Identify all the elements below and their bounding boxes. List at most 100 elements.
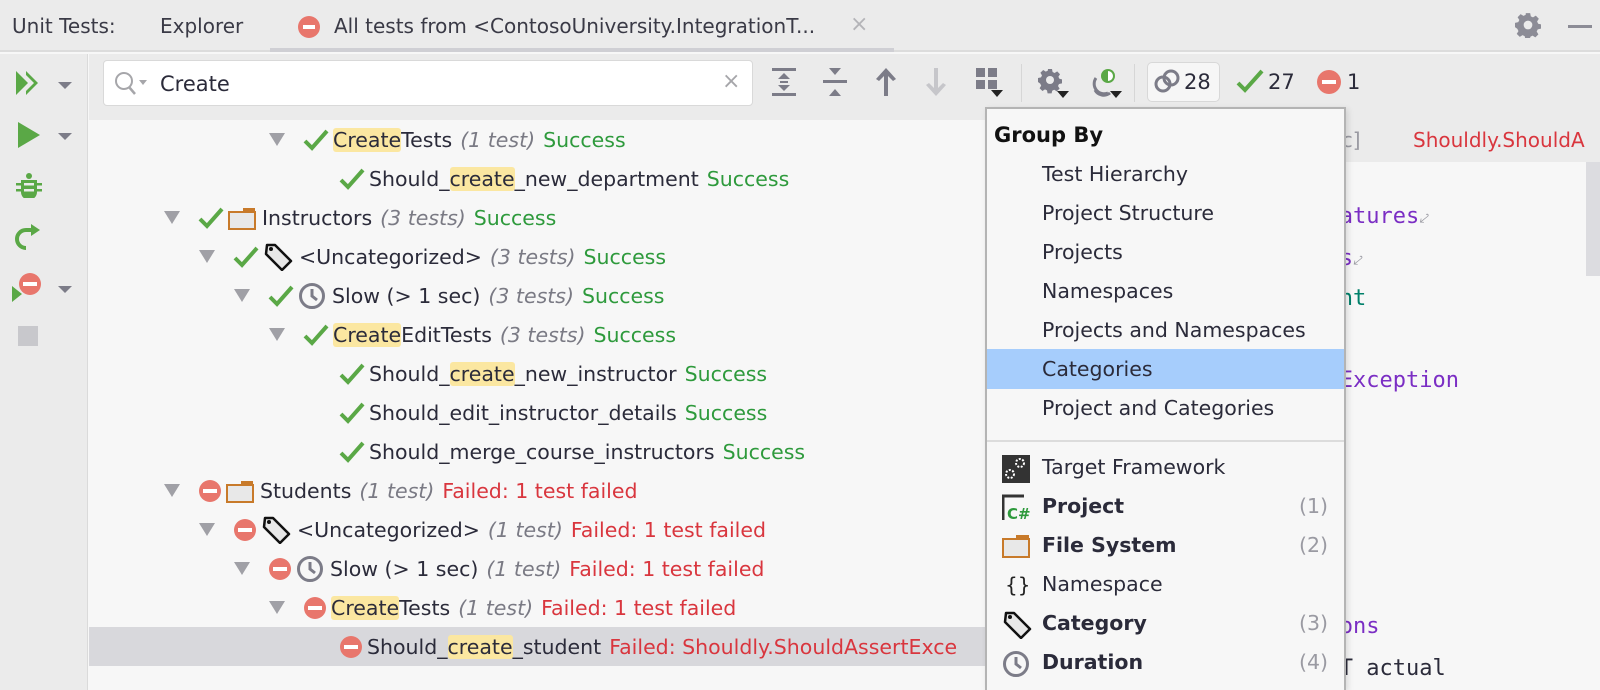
node-name: Should_merge_course_instructors [369, 439, 715, 464]
tab-label: All tests from <ContosoUniversity.Integr… [334, 14, 816, 38]
search-match-highlight: Create [333, 127, 402, 152]
grouping-order: (3) [1298, 611, 1328, 635]
search-icon[interactable] [114, 71, 150, 101]
passed-tests-filter[interactable]: 27 [1236, 62, 1295, 102]
run-failed-icon[interactable] [10, 272, 42, 308]
run-failed-dropdown[interactable] [58, 286, 72, 293]
collapse-all-icon[interactable] [823, 68, 847, 100]
run-button[interactable] [18, 122, 40, 152]
run-all-dropdown[interactable] [58, 82, 72, 89]
search-input[interactable] [160, 69, 700, 99]
group-by-option-projects-and-namespaces[interactable]: Projects and Namespaces [987, 310, 1344, 350]
left-toolbar [0, 54, 88, 690]
result-status: Failed: 1 test failed [541, 595, 737, 620]
passed-check-icon [339, 440, 365, 464]
failed-status-icon [298, 16, 320, 42]
expand-arrow-icon[interactable] [234, 562, 250, 575]
passed-check-icon [303, 323, 329, 347]
passed-check-icon [1236, 69, 1264, 93]
passed-check-icon [339, 362, 365, 386]
search-box[interactable]: × [103, 60, 753, 106]
passed-tests-count: 27 [1268, 70, 1295, 94]
test-count: (3 tests) [499, 322, 586, 347]
tool-window-header: Unit Tests: Explorer All tests from <Con… [0, 0, 1600, 52]
svg-text:{}: {} [1005, 573, 1030, 597]
test-count: (3 tests) [489, 244, 576, 269]
node-name: <Uncategorized> [299, 244, 482, 269]
run-all-button[interactable] [14, 70, 42, 100]
stop-button[interactable] [18, 326, 38, 350]
rerun-icon[interactable] [14, 222, 42, 254]
test-count: (3 tests) [488, 283, 574, 308]
result-status: Success [581, 283, 665, 308]
next-arrow-icon[interactable] [925, 68, 947, 100]
minimize-button[interactable] [1568, 25, 1592, 28]
expand-arrow-icon[interactable] [269, 133, 285, 146]
passed-check-icon [339, 401, 365, 425]
passed-check-icon [339, 167, 365, 191]
result-status: Failed: 1 test failed [442, 478, 638, 503]
expand-arrow-icon[interactable] [234, 289, 250, 302]
failed-tests-count: 1 [1347, 70, 1361, 94]
search-match-highlight: create [449, 361, 515, 386]
expand-arrow-icon[interactable] [164, 484, 180, 497]
group-by-option-project-structure[interactable]: Project Structure [987, 193, 1344, 233]
tag-icon [1002, 611, 1032, 644]
grouping-order: (1) [1298, 494, 1328, 518]
grouping-category[interactable]: Category (3) [987, 603, 1344, 643]
category-tag-icon [263, 243, 293, 271]
tab-close-button[interactable]: × [850, 12, 868, 37]
search-match-highlight: Create [331, 595, 400, 620]
soft-wrap-icon: ⤦ [1419, 211, 1428, 227]
total-tests-filter[interactable]: 28 [1147, 62, 1220, 102]
node-name: Should_edit_instructor_details [369, 400, 677, 425]
node-name: Should_create_new_department [369, 166, 699, 191]
clear-search-button[interactable]: × [722, 69, 740, 94]
previous-arrow-icon[interactable] [875, 68, 897, 100]
soft-wrap-icon: ⤦ [1352, 253, 1361, 269]
group-by-option-projects[interactable]: Projects [987, 232, 1344, 272]
grouping-duration[interactable]: Duration (4) [987, 642, 1344, 682]
options-gear-icon[interactable] [1038, 68, 1070, 102]
test-count: (3 tests) [380, 205, 466, 230]
node-name: <Uncategorized> [297, 517, 480, 542]
expand-all-icon[interactable] [772, 68, 796, 100]
grouping-file-system[interactable]: File System (2) [987, 525, 1344, 565]
group-by-header: Group By [994, 123, 1104, 147]
expand-arrow-icon[interactable] [269, 328, 285, 341]
svg-text:C#: C# [1007, 505, 1031, 522]
expand-arrow-icon[interactable] [199, 250, 215, 263]
clock-icon [1002, 650, 1030, 683]
group-by-option-test-hierarchy[interactable]: Test Hierarchy [987, 154, 1344, 194]
result-status: Failed: 1 test failed [569, 556, 765, 581]
output-scrollbar[interactable] [1586, 162, 1600, 276]
failed-status-icon [339, 635, 363, 659]
run-dropdown[interactable] [58, 133, 72, 140]
group-by-option-categories[interactable]: Categories [987, 349, 1344, 389]
result-status: Failed: Shouldly.ShouldAssertExce [609, 634, 958, 659]
failed-tests-filter[interactable]: 1 [1315, 62, 1360, 102]
unit-tests-window: Unit Tests: Explorer All tests from <Con… [0, 0, 1600, 690]
settings-gear-icon[interactable] [1515, 12, 1541, 42]
debug-bug-icon[interactable] [16, 172, 42, 202]
test-count: (1 test) [458, 595, 534, 620]
group-by-icon[interactable] [976, 68, 1004, 102]
all-tests-icon [1154, 69, 1180, 93]
expand-arrow-icon[interactable] [199, 523, 215, 536]
failed-status-icon [303, 596, 327, 620]
test-count: (1 test) [487, 517, 563, 542]
filter-toolbar: × 28 27 [89, 54, 1600, 120]
grouping-target-framework[interactable]: Target Framework [987, 447, 1344, 487]
group-by-option-namespaces[interactable]: Namespaces [987, 271, 1344, 311]
expand-arrow-icon[interactable] [269, 601, 285, 614]
tab-all-tests-session[interactable]: All tests from <ContosoUniversity.Integr… [270, 0, 894, 52]
grouping-project[interactable]: C# Project (1) [987, 486, 1344, 526]
grouping-order: (4) [1298, 650, 1328, 674]
grouping-namespace[interactable]: {} Namespace [987, 564, 1344, 604]
expand-arrow-icon[interactable] [164, 211, 180, 224]
failed-status-icon [268, 557, 292, 581]
search-match-highlight: create [449, 166, 515, 191]
group-by-option-project-and-categories[interactable]: Project and Categories [987, 388, 1344, 428]
tab-explorer[interactable]: Explorer [160, 14, 243, 38]
coverage-icon[interactable] [1090, 68, 1122, 102]
